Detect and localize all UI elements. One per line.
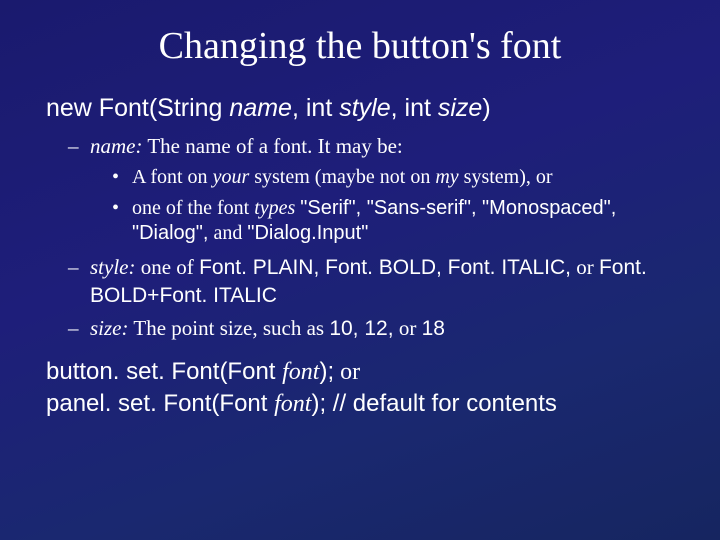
slide-title: Changing the button's font	[40, 24, 680, 68]
sublist: A font on your system (maybe not on my s…	[112, 165, 680, 246]
sig-param-name: name	[229, 94, 292, 122]
list-item: A font on your system (maybe not on my s…	[112, 165, 680, 190]
text: one of	[135, 255, 199, 279]
text: The point size, such as	[129, 316, 330, 340]
sig-param-size: size	[438, 94, 482, 122]
text: and	[208, 222, 247, 244]
emph: your	[213, 166, 250, 188]
list-item-size: size: The point size, such as 10, 12, or…	[68, 315, 680, 342]
font-names: "Dialog.Input"	[247, 222, 368, 244]
sig-text: , int	[292, 94, 339, 122]
param-label: name:	[90, 134, 142, 158]
text: or	[394, 316, 422, 340]
usage-line-2: panel. set. Font(Font font); // default …	[46, 388, 680, 420]
or-text: or	[334, 359, 360, 385]
text: or	[571, 255, 599, 279]
text: one of the font	[132, 197, 254, 219]
param-desc: The name of a font. It may be:	[142, 134, 402, 158]
sig-param-style: style	[339, 94, 390, 122]
slide: Changing the button's font new Font(Stri…	[0, 0, 720, 421]
sig-text: )	[482, 94, 490, 122]
nums: 10, 12,	[329, 317, 393, 340]
code: ); // default for contents	[311, 390, 556, 417]
code: );	[319, 358, 334, 385]
usage-line-1: button. set. Font(Font font); or	[46, 356, 680, 388]
param-list: name: The name of a font. It may be: A f…	[68, 133, 680, 342]
param-label: style:	[90, 255, 135, 279]
text: system (maybe not on	[249, 166, 435, 188]
usage-lines: button. set. Font(Font font); or panel. …	[46, 356, 680, 421]
emph: types	[254, 197, 295, 219]
list-item-style: style: one of Font. PLAIN, Font. BOLD, F…	[68, 254, 680, 309]
text: A font on	[132, 166, 213, 188]
list-item-name: name: The name of a font. It may be: A f…	[68, 133, 680, 246]
param: font	[282, 359, 319, 385]
emph: my	[435, 166, 458, 188]
sig-text: , int	[391, 94, 438, 122]
text: system), or	[459, 166, 553, 188]
code: panel. set. Font(Font	[46, 390, 274, 417]
sig-text: new Font(String	[46, 94, 229, 122]
nums: 18	[422, 317, 445, 340]
param: font	[274, 391, 311, 417]
constructor-signature: new Font(String name, int style, int siz…	[46, 94, 680, 123]
list-item: one of the font types "Serif", "Sans-ser…	[112, 196, 680, 246]
code: Font. PLAIN, Font. BOLD, Font. ITALIC,	[199, 256, 571, 279]
code: button. set. Font(Font	[46, 358, 282, 385]
param-label: size:	[90, 316, 129, 340]
